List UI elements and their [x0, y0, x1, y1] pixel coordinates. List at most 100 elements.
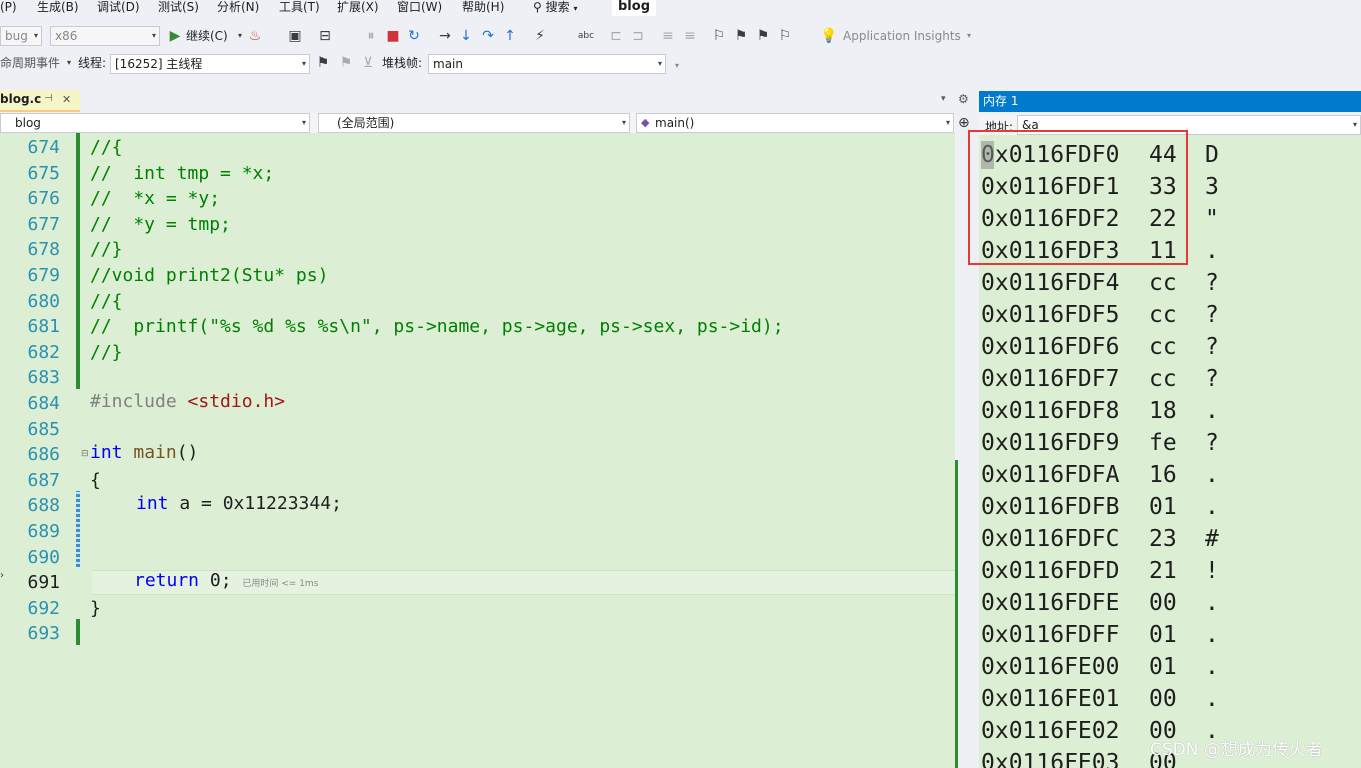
pin-icon[interactable]: ⊣ [44, 93, 53, 104]
memory-byte-value[interactable]: 18 [1149, 395, 1177, 427]
menu-tools[interactable]: 工具(T) [279, 0, 320, 20]
line-number: 678 [27, 239, 60, 261]
spellcheck-icon[interactable]: abc [577, 26, 595, 46]
unsaved-change-marker [76, 491, 80, 567]
line-number: 675 [27, 162, 60, 184]
next-bookmark-icon[interactable]: ⚑ [754, 26, 772, 46]
previous-bookmark-icon[interactable]: ⚑ [732, 26, 750, 46]
memory-char: . [1205, 590, 1219, 616]
chevron-down-icon[interactable]: ▾ [60, 53, 78, 73]
memory-char: ? [1205, 270, 1219, 296]
change-marker [76, 133, 80, 389]
menu-analyze[interactable]: 分析(N) [217, 0, 259, 20]
memory-byte-value[interactable]: 23 [1149, 523, 1177, 555]
memory-address: 0x0116FDF9 [981, 430, 1120, 456]
thread-select[interactable]: [16252] 主线程 ▾ [110, 54, 310, 74]
code-editor[interactable]: 674 675 676 677 678 679 680 681 682 683 684 685 686 6… [0, 133, 955, 768]
line-number: 688 [27, 495, 60, 517]
memory-byte-value[interactable]: cc [1149, 267, 1177, 299]
chevron-down-icon[interactable]: ▾ [960, 26, 978, 46]
line-number: 676 [27, 188, 60, 210]
step-out-icon[interactable]: ↑ [501, 26, 519, 46]
clear-bookmarks-icon[interactable]: ⚐ [776, 26, 794, 46]
memory-byte-value[interactable]: cc [1149, 363, 1177, 395]
comment-icon[interactable]: ⊏ [607, 26, 625, 46]
menu-window[interactable]: 窗口(W) [397, 0, 442, 20]
menu-help[interactable]: 帮助(H) [462, 0, 504, 20]
memory-byte-value[interactable]: 16 [1149, 459, 1177, 491]
configuration-select[interactable]: bug ▾ [0, 26, 42, 46]
hot-reload-icon[interactable]: ♨ [246, 26, 264, 46]
memory-char: . [1205, 462, 1219, 488]
memory-byte-value[interactable]: 01 [1149, 651, 1177, 683]
flag-icon[interactable]: ⚑ [314, 53, 332, 73]
scope-select[interactable]: (全局范围) ▾ [318, 113, 630, 133]
project-select[interactable]: blog ▾ [0, 113, 310, 133]
split-icon[interactable]: ⊕ [958, 115, 970, 131]
memory-char: D [1205, 142, 1219, 168]
step-into-icon[interactable]: ↓ [457, 26, 475, 46]
bookmark-icon[interactable]: ⚐ [710, 26, 728, 46]
pause-icon[interactable]: ⏸ [362, 26, 380, 46]
menu-extensions[interactable]: 扩展(X) [337, 0, 379, 20]
annotation-highlight-box [968, 130, 1188, 265]
step-over-icon[interactable]: ↷ [479, 26, 497, 46]
memory-window-title[interactable]: 内存 1 [979, 91, 1361, 112]
flag-all-icon[interactable]: ⚑ [337, 53, 355, 73]
memory-byte-value[interactable]: 01 [1149, 619, 1177, 651]
memory-address: 0x0116FDFD [981, 558, 1120, 584]
memory-byte-value[interactable]: 21 [1149, 555, 1177, 587]
chevron-down-icon: ▾ [621, 118, 626, 127]
memory-char: . [1205, 622, 1219, 648]
filter-icon[interactable]: ⊻ [359, 53, 377, 73]
line-number: 687 [27, 469, 60, 491]
code-line: //} [90, 341, 123, 363]
close-icon[interactable]: ✕ [62, 93, 71, 106]
restart-icon[interactable]: ↻ [405, 26, 423, 46]
function-select[interactable]: ◆ main() ▾ [636, 113, 954, 133]
memory-byte-value[interactable]: 00 [1149, 587, 1177, 619]
menu-build[interactable]: 生成(B) [37, 0, 79, 20]
show-next-statement-icon[interactable]: → [436, 26, 454, 46]
window-icon[interactable]: ⊟ [316, 26, 334, 46]
tab-blog-c[interactable]: blog.c ⊣ ✕ [0, 90, 80, 112]
gear-icon[interactable]: ⚙ [958, 92, 969, 106]
memory-byte-value[interactable]: 00 [1149, 683, 1177, 715]
code-line: // *x = *y; [90, 188, 221, 210]
line-number: 692 [27, 597, 60, 619]
memory-char: ? [1205, 430, 1219, 456]
platform-select[interactable]: x86 ▾ [50, 26, 160, 46]
folder-icon[interactable]: ▣ [286, 26, 304, 46]
memory-byte-value[interactable]: cc [1149, 299, 1177, 331]
memory-char: ? [1205, 302, 1219, 328]
line-number: 691 [27, 572, 60, 594]
menu-test[interactable]: 测试(S) [158, 0, 199, 20]
memory-byte-value[interactable]: cc [1149, 331, 1177, 363]
chevron-down-icon: ▾ [945, 118, 950, 127]
stack-frame-select[interactable]: main ▾ [428, 54, 666, 74]
execution-pointer-icon: › [0, 570, 4, 581]
stop-icon[interactable]: ■ [384, 26, 402, 46]
memory-byte-value[interactable]: 01 [1149, 491, 1177, 523]
memory-address: 0x0116FE00 [981, 654, 1120, 680]
code-line: } [90, 597, 101, 619]
menu-project[interactable]: (P) [0, 0, 17, 20]
chevron-down-icon[interactable]: ▾ [668, 56, 686, 76]
search-menu[interactable]: ⚲ 搜索 ▾ [533, 0, 577, 20]
diagnostics-icon[interactable]: ⚡ [531, 26, 549, 46]
chevron-down-icon: ▾ [573, 4, 578, 13]
menu-debug[interactable]: 调试(D) [97, 0, 140, 20]
tab-list-icon[interactable]: ▾ [941, 94, 946, 104]
tab-label: blog.c [0, 92, 42, 106]
continue-button[interactable]: 继续(C) [186, 26, 228, 46]
outdent-icon[interactable]: ≡ [659, 26, 677, 46]
lifecycle-events-label[interactable]: 命周期事件 [0, 53, 60, 73]
thread-label: 线程: [78, 56, 107, 70]
indent-icon[interactable]: ≡ [681, 26, 699, 46]
memory-byte-value[interactable]: fe [1149, 427, 1177, 459]
continue-icon[interactable]: ▶ [166, 26, 184, 46]
collapse-icon[interactable]: ⊟ [81, 449, 89, 459]
application-insights-button[interactable]: Application Insights [843, 26, 961, 46]
memory-address: 0x0116FDFF [981, 622, 1120, 648]
uncomment-icon[interactable]: ⊐ [629, 26, 647, 46]
